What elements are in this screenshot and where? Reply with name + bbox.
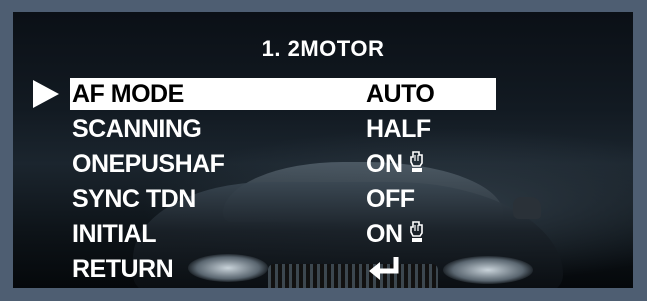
menu-item-value: ON [366,220,403,248]
menu-item-value: OFF [366,185,415,213]
hand-icon [410,151,423,172]
menu-item-initial[interactable]: INITIAL ON [70,218,496,250]
menu-item-scanning[interactable]: SCANNING HALF [70,113,496,145]
osd-frame: 1. 2MOTOR AF MODE AUTO SCANNING HALF ONE… [0,0,647,301]
enter-icon [369,257,399,280]
menu-item-label: RETURN [72,255,174,283]
menu-item-label: SCANNING [72,115,202,143]
menu-item-label: INITIAL [72,220,157,248]
background-car-mirror [513,197,541,219]
menu-title: 1. 2MOTOR [261,36,385,61]
osd-screen: 1. 2MOTOR AF MODE AUTO SCANNING HALF ONE… [13,12,633,288]
menu-item-label: AF MODE [72,80,184,108]
menu-item-sync-tdn[interactable]: SYNC TDN OFF [70,183,496,215]
selection-pointer-icon [33,80,59,108]
menu-item-value: AUTO [366,80,435,108]
menu-item-label: SYNC TDN [72,185,196,213]
menu-item-value: ON [366,150,403,178]
menu-item-return[interactable]: RETURN [70,253,496,285]
hand-icon [410,221,423,242]
menu-item-value: HALF [366,115,431,143]
menu-item-label: ONEPUSHAF [72,150,225,178]
menu-item-onepushaf[interactable]: ONEPUSHAF ON [70,148,496,180]
menu-item-af-mode[interactable]: AF MODE AUTO [70,78,496,110]
